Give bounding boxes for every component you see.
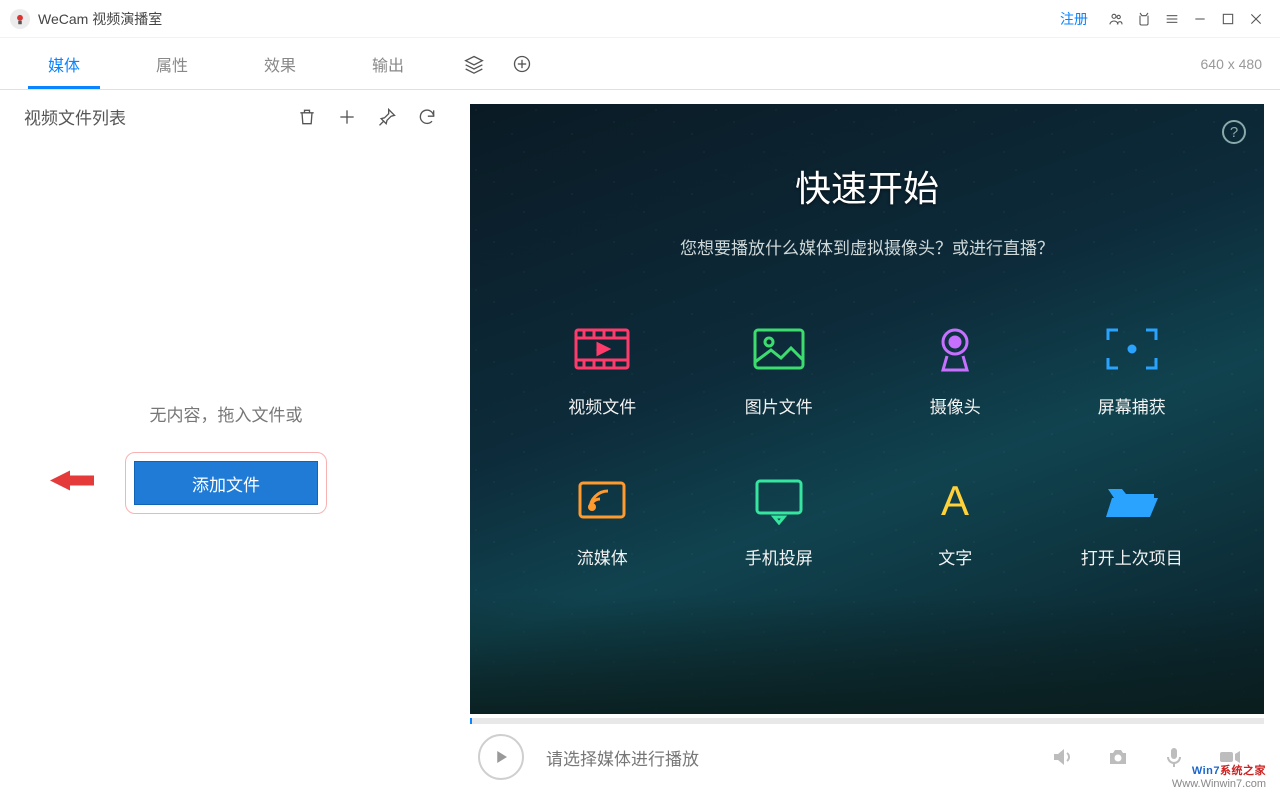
pin-icon[interactable]	[376, 106, 398, 128]
refresh-icon[interactable]	[416, 106, 438, 128]
tab-media[interactable]: 媒体	[10, 38, 118, 89]
menu-icon[interactable]	[1158, 5, 1186, 33]
maximize-button[interactable]	[1214, 5, 1242, 33]
video-file-icon	[566, 323, 638, 375]
add-file-highlight: 添加文件	[125, 452, 327, 514]
quickstart-video-file[interactable]: 视频文件	[524, 323, 681, 418]
quickstart-label: 视频文件	[568, 393, 636, 418]
help-icon[interactable]: ?	[1222, 120, 1246, 144]
empty-state-text: 无内容，拖入文件或	[150, 401, 303, 426]
app-title: WeCam 视频演播室	[38, 9, 162, 29]
register-link[interactable]: 注册	[1060, 9, 1088, 29]
theme-icon[interactable]	[1130, 5, 1158, 33]
add-icon[interactable]	[336, 106, 358, 128]
play-button[interactable]	[478, 734, 524, 780]
media-sidebar: 视频文件列表 无内容，拖入文件或 添加文件	[0, 90, 470, 800]
main-tabs: 媒体 属性 效果 输出	[10, 38, 442, 89]
quickstart-phone-cast[interactable]: 手机投屏	[701, 474, 858, 569]
camera-icon	[919, 323, 991, 375]
folder-open-icon	[1096, 474, 1168, 526]
app-logo	[10, 9, 30, 29]
play-hint: 请选择媒体进行播放	[546, 745, 1048, 770]
quickstart-label: 手机投屏	[745, 544, 813, 569]
close-button[interactable]	[1242, 5, 1270, 33]
main-toolbar: 媒体 属性 效果 输出 640 x 480	[0, 38, 1280, 90]
timeline-scrubber[interactable]	[470, 718, 1264, 724]
add-file-button[interactable]: 添加文件	[134, 461, 318, 505]
quickstart-label: 屏幕捕获	[1098, 393, 1166, 418]
title-bar: WeCam 视频演播室 注册	[0, 0, 1280, 38]
delete-icon[interactable]	[296, 106, 318, 128]
add-circle-icon[interactable]	[510, 52, 534, 76]
users-icon[interactable]	[1102, 5, 1130, 33]
layers-icon[interactable]	[462, 52, 486, 76]
quickstart-label: 文字	[938, 544, 972, 569]
quickstart-subtitle: 您想要播放什么媒体到虚拟摄像头？或进行直播？	[470, 234, 1264, 259]
tab-properties[interactable]: 属性	[118, 38, 226, 89]
pointer-arrow-icon	[50, 469, 94, 498]
preview-area: ? 快速开始 您想要播放什么媒体到虚拟摄像头？或进行直播？ 视频文件 图片文件 …	[470, 90, 1280, 800]
quickstart-label: 图片文件	[745, 393, 813, 418]
video-preview: ? 快速开始 您想要播放什么媒体到虚拟摄像头？或进行直播？ 视频文件 图片文件 …	[470, 104, 1264, 714]
tab-effects[interactable]: 效果	[226, 38, 334, 89]
quickstart-image-file[interactable]: 图片文件	[701, 323, 858, 418]
snapshot-icon[interactable]	[1104, 743, 1132, 771]
text-icon: A	[919, 474, 991, 526]
quickstart-screen-capture[interactable]: 屏幕捕获	[1054, 323, 1211, 418]
sidebar-title: 视频文件列表	[24, 104, 296, 129]
quickstart-label: 流媒体	[577, 544, 628, 569]
tab-output[interactable]: 输出	[334, 38, 442, 89]
quickstart-label: 打开上次项目	[1081, 544, 1183, 569]
image-file-icon	[743, 323, 815, 375]
play-bar: 请选择媒体进行播放	[470, 724, 1264, 790]
screen-capture-icon	[1096, 323, 1168, 375]
microphone-icon[interactable]	[1160, 743, 1188, 771]
volume-icon[interactable]	[1048, 743, 1076, 771]
quickstart-label: 摄像头	[930, 393, 981, 418]
minimize-button[interactable]	[1186, 5, 1214, 33]
record-icon[interactable]	[1216, 743, 1244, 771]
quickstart-title: 快速开始	[470, 104, 1264, 212]
svg-text:A: A	[941, 477, 969, 524]
quickstart-camera[interactable]: 摄像头	[877, 323, 1034, 418]
quickstart-open-last[interactable]: 打开上次项目	[1054, 474, 1211, 569]
stream-icon	[566, 474, 638, 526]
quickstart-text[interactable]: A 文字	[877, 474, 1034, 569]
quickstart-stream[interactable]: 流媒体	[524, 474, 681, 569]
phone-cast-icon	[743, 474, 815, 526]
resolution-label: 640 x 480	[1201, 56, 1271, 72]
